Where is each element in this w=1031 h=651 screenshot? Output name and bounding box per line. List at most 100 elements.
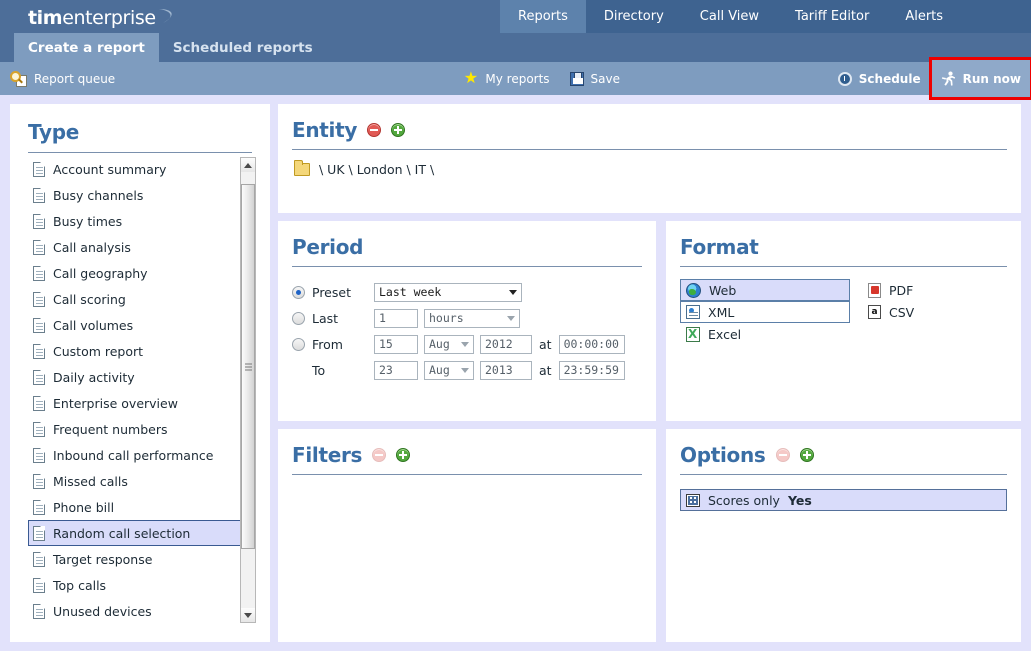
period-from-time-input[interactable]: 00:00:00 [559,335,625,354]
format-panel: Format Web PDF XML a CSV Excel [666,221,1021,421]
filters-panel-title: Filters [292,443,362,467]
option-scores-only-value: Yes [788,493,812,508]
tab-alerts-label: Alerts [905,9,943,24]
subtab-create-a-report[interactable]: Create a report [14,33,159,62]
period-from-radio[interactable] [292,338,305,351]
format-option-excel-label: Excel [708,327,741,342]
report-queue-label: Report queue [34,72,115,86]
entity-panel-title: Entity [292,118,357,142]
period-preset-value: Last week [379,285,441,299]
period-last-unit-select[interactable]: hours [424,309,520,328]
report-type-item[interactable]: Phone bill [28,494,250,520]
tab-alerts[interactable]: Alerts [887,0,961,33]
report-type-item[interactable]: Busy times [28,208,250,234]
report-type-item[interactable]: Missed calls [28,468,250,494]
chevron-down-icon [509,290,517,295]
report-type-item[interactable]: Call scoring [28,286,250,312]
period-from-row: From 15 Aug 2012 at 00:00:00 [292,331,656,357]
format-panel-divider [680,266,1007,267]
entity-add-button[interactable] [391,123,405,137]
period-to-day-input[interactable]: 23 [374,361,418,380]
save-button[interactable]: Save [560,62,630,95]
options-add-button[interactable] [800,448,814,462]
period-preset-select[interactable]: Last week [374,283,522,302]
document-icon [33,604,45,619]
entity-panel-header: Entity [292,118,1021,142]
scroll-up-arrow-icon[interactable] [241,158,255,172]
report-queue-button[interactable]: Report queue [0,62,125,95]
report-type-list[interactable]: Account summary Busy channels Busy times Ca… [28,156,250,626]
report-type-item[interactable]: Call volumes [28,312,250,338]
filters-add-button[interactable] [396,448,410,462]
subtab-scheduled-reports-label: Scheduled reports [173,40,313,56]
period-last-count-input[interactable]: 1 [374,309,418,328]
format-option-xml[interactable]: XML [680,301,850,323]
report-type-item[interactable]: Unused devices [28,598,250,624]
report-type-item[interactable]: Inbound call performance [28,442,250,468]
period-to-month-value: Aug [429,363,450,377]
period-last-label: Last [312,311,374,326]
report-type-item[interactable]: Call geography [28,260,250,286]
report-type-item-label: Call analysis [53,240,131,255]
period-panel-divider [292,266,642,267]
filters-remove-button[interactable] [372,448,386,462]
entity-path-row[interactable]: \ UK \ London \ IT \ [294,162,1021,177]
format-option-excel[interactable]: Excel [680,323,850,345]
csv-icon: a [868,305,881,319]
period-last-unit-value: hours [429,311,464,325]
format-option-csv-label: CSV [889,305,914,320]
report-type-item[interactable]: Busy channels [28,182,250,208]
report-type-item[interactable]: Top calls [28,572,250,598]
report-type-item[interactable]: Account summary [28,156,250,182]
type-list-scrollbar[interactable] [240,157,256,623]
schedule-label: Schedule [859,72,921,86]
scrollbar-thumb[interactable] [241,184,255,549]
period-last-radio[interactable] [292,312,305,325]
format-option-web[interactable]: Web [680,279,850,301]
tab-reports[interactable]: Reports [500,0,586,33]
tab-directory[interactable]: Directory [586,0,682,33]
entity-remove-button[interactable] [367,123,381,137]
type-panel-divider [28,152,252,153]
app-logo[interactable]: timenterprise [0,0,500,33]
tab-tariff-editor[interactable]: Tariff Editor [777,0,887,33]
document-icon [33,318,45,333]
report-type-item-label: Account summary [53,162,166,177]
options-remove-button[interactable] [776,448,790,462]
option-row-scores-only[interactable]: Scores only Yes [680,489,1007,511]
report-type-item[interactable]: Random call selection [28,520,250,546]
period-preset-radio[interactable] [292,286,305,299]
document-icon [33,526,45,541]
report-type-item[interactable]: Call analysis [28,234,250,260]
report-type-item-label: Unused devices [53,604,152,619]
main-tab-list: Reports Directory Call View Tariff Edito… [500,0,961,33]
scroll-down-arrow-icon[interactable] [241,608,255,622]
report-type-item[interactable]: Daily activity [28,364,250,390]
period-from-year-input[interactable]: 2012 [480,335,532,354]
globe-icon [686,283,701,298]
period-to-label: To [312,363,374,378]
format-option-csv[interactable]: a CSV [862,301,982,323]
options-panel: Options Scores only Yes [666,429,1021,642]
my-reports-button[interactable]: ★ My reports [453,62,559,95]
tab-call-view[interactable]: Call View [682,0,777,33]
run-now-button[interactable]: Run now [931,59,1031,98]
report-type-item-label: Busy channels [53,188,143,203]
period-from-month-select[interactable]: Aug [424,335,474,354]
document-icon [33,162,45,177]
schedule-button[interactable]: Schedule [828,62,931,95]
format-option-pdf-label: PDF [889,283,913,298]
period-to-month-select[interactable]: Aug [424,361,474,380]
subtab-scheduled-reports[interactable]: Scheduled reports [159,33,327,62]
report-type-item[interactable]: Custom report [28,338,250,364]
report-type-item-label: Inbound call performance [53,448,213,463]
period-to-year-input[interactable]: 2013 [480,361,532,380]
report-type-item[interactable]: Enterprise overview [28,390,250,416]
report-type-item[interactable]: Frequent numbers [28,416,250,442]
format-option-pdf[interactable]: PDF [862,279,982,301]
period-to-time-input[interactable]: 23:59:59 [559,361,625,380]
report-type-item[interactable]: Target response [28,546,250,572]
type-panel-title: Type [28,120,270,144]
period-from-day-input[interactable]: 15 [374,335,418,354]
report-type-item-label: Call geography [53,266,148,281]
